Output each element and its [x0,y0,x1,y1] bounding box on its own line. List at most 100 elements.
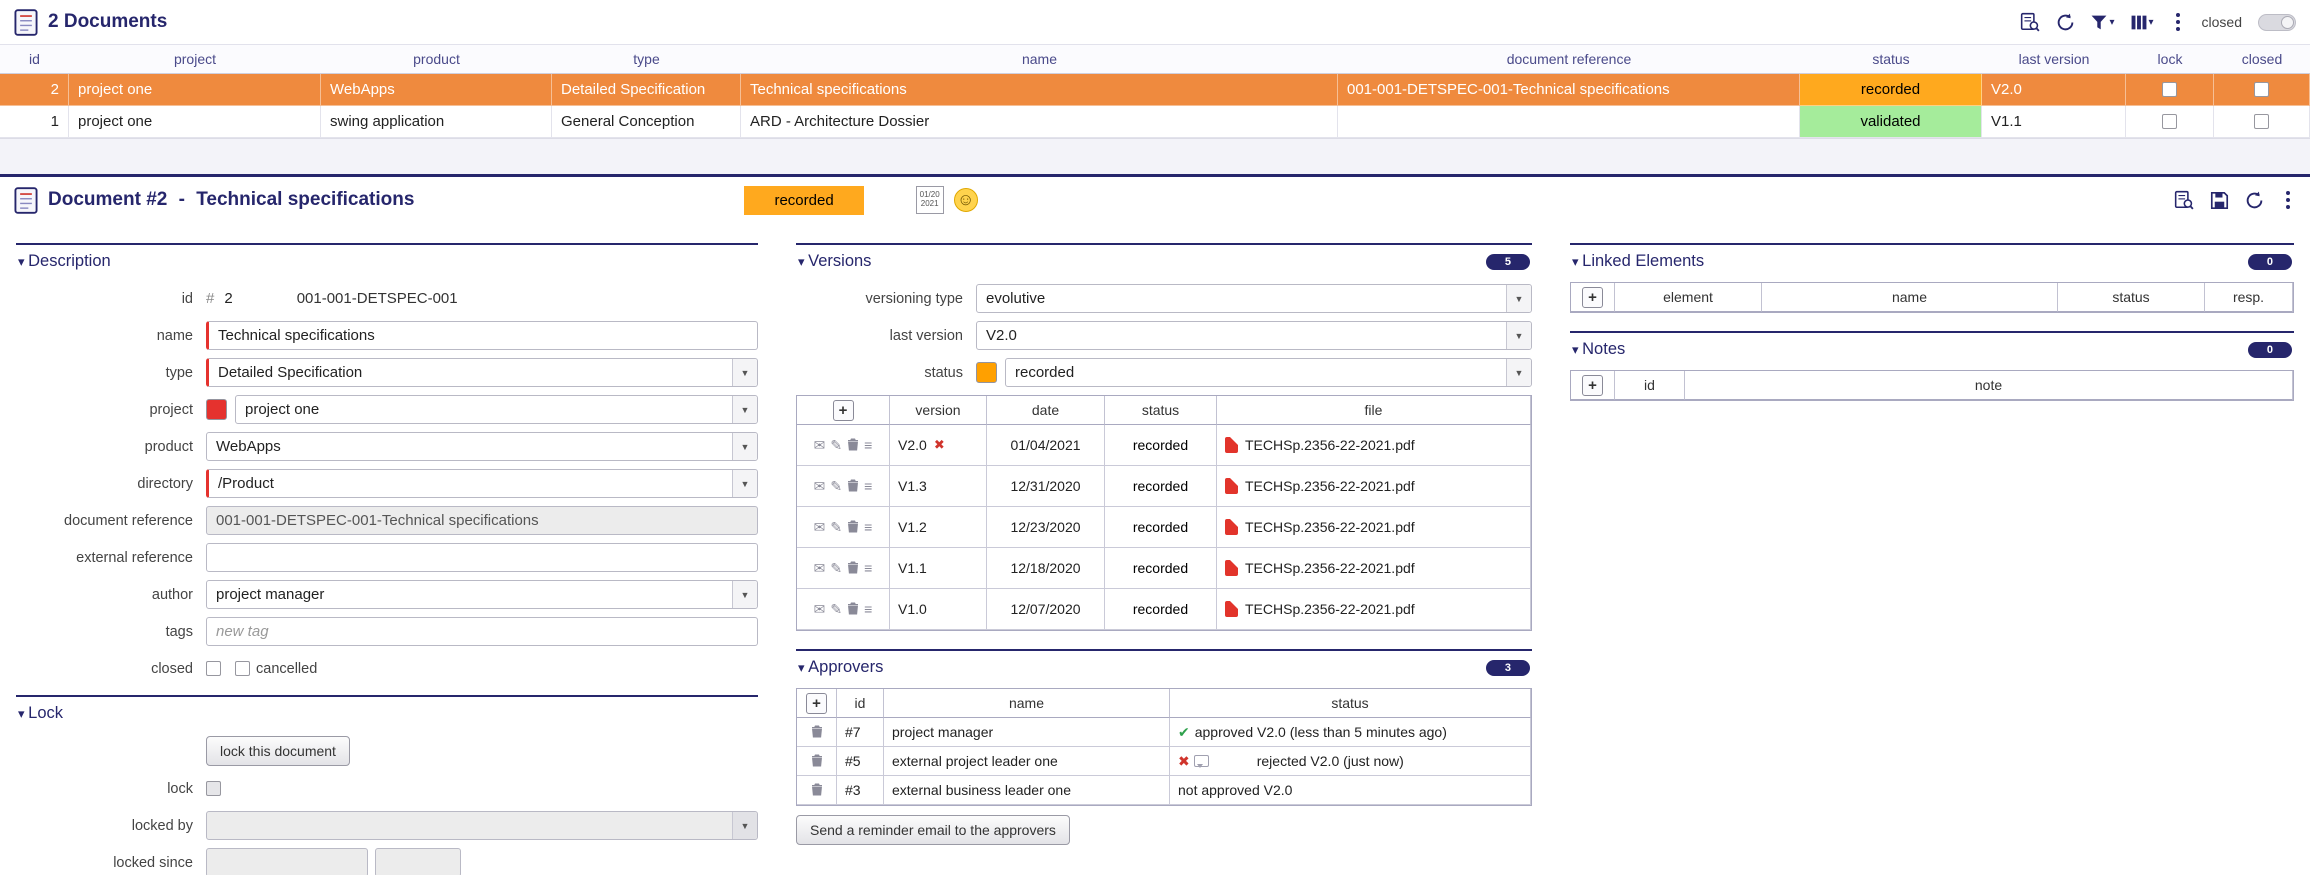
version-detail-icon[interactable]: ≡ [864,520,872,534]
delete-approver-icon[interactable] [811,783,823,798]
column-header-document-reference[interactable]: document reference [1338,45,1800,73]
version-file-link[interactable]: TECHSp.2356-22-2021.pdf [1217,466,1531,507]
table-row[interactable]: 2 project one WebApps Detailed Specifica… [0,74,2310,106]
delete-version-icon[interactable] [847,438,859,453]
cell-project[interactable]: project one [69,106,321,138]
external-reference-field[interactable] [206,543,758,572]
chevron-down-icon[interactable] [732,396,757,423]
cell-type[interactable]: Detailed Specification [552,74,741,106]
cancelled-checkbox[interactable] [235,661,250,676]
send-version-icon[interactable]: ✉ [814,479,826,493]
cell-product[interactable]: swing application [321,106,552,138]
cell-last-version[interactable]: V1.1 [1982,106,2126,138]
delete-version-icon[interactable] [847,479,859,494]
delete-version-icon[interactable] [847,520,859,535]
status-select[interactable]: recorded [1005,358,1532,387]
refresh-icon[interactable] [2056,13,2075,32]
columns-icon[interactable]: ▾ [2131,15,2154,30]
preview-report-icon[interactable] [2020,12,2041,32]
detail-menu-kebab-icon[interactable] [2280,189,2296,211]
delete-version-icon[interactable] [847,602,859,617]
delete-version-icon[interactable] [847,561,859,576]
cell-name[interactable]: ARD - Architecture Dossier [741,106,1338,138]
description-section-header[interactable]: Description [16,243,758,276]
refresh-icon[interactable] [2245,191,2264,210]
chevron-down-icon[interactable] [732,470,757,497]
add-version-button[interactable] [832,399,854,421]
chevron-down-icon[interactable] [732,433,757,460]
version-detail-icon[interactable]: ≡ [864,602,872,616]
notes-section-header[interactable]: Notes 0 [1570,331,2294,364]
column-header-name[interactable]: name [741,45,1338,73]
lock-document-button[interactable]: lock this document [206,736,350,766]
save-icon[interactable] [2210,191,2229,210]
add-note-button[interactable] [1582,374,1603,396]
version-file-link[interactable]: TECHSp.2356-22-2021.pdf [1217,425,1531,466]
cell-product[interactable]: WebApps [321,74,552,106]
send-version-icon[interactable]: ✉ [814,602,826,616]
cell-id[interactable]: 2 [0,74,69,106]
closed-checkbox[interactable] [2214,74,2310,106]
type-select[interactable]: Detailed Specification [206,358,758,387]
version-file-link[interactable]: TECHSp.2356-22-2021.pdf [1217,548,1531,589]
list-menu-kebab-icon[interactable] [2170,11,2186,33]
chevron-down-icon[interactable] [732,359,757,386]
column-header-type[interactable]: type [552,45,741,73]
last-version-select[interactable]: V2.0 [976,321,1532,350]
column-header-id[interactable]: id [0,45,69,73]
closed-checkbox[interactable] [206,661,221,676]
edit-version-icon[interactable]: ✎ [830,479,842,493]
version-detail-icon[interactable]: ≡ [864,438,872,452]
column-header-status[interactable]: status [1800,45,1982,73]
delete-approver-icon[interactable] [811,725,823,740]
cell-id[interactable]: 1 [0,106,69,138]
versions-section-header[interactable]: Versions 5 [796,243,1532,276]
chevron-down-icon[interactable] [1506,359,1531,386]
closed-toggle[interactable] [2258,13,2296,31]
version-detail-icon[interactable]: ≡ [864,479,872,493]
column-header-closed[interactable]: closed [2214,45,2310,73]
directory-select[interactable]: /Product [206,469,758,498]
version-file-link[interactable]: TECHSp.2356-22-2021.pdf [1217,589,1531,630]
edit-version-icon[interactable]: ✎ [830,438,842,452]
column-header-product[interactable]: product [321,45,552,73]
cell-project[interactable]: project one [69,74,321,106]
table-row[interactable]: 1 project one swing application General … [0,106,2310,138]
product-select[interactable]: WebApps [206,432,758,461]
lock-checkbox[interactable] [2126,106,2214,138]
send-version-icon[interactable]: ✉ [814,561,826,575]
lock-section-header[interactable]: Lock [16,695,758,728]
lock-checkbox[interactable] [2126,74,2214,106]
approvers-section-header[interactable]: Approvers 3 [796,649,1532,682]
add-linked-element-button[interactable] [1582,286,1603,308]
add-approver-button[interactable] [806,692,827,714]
delete-approver-icon[interactable] [811,754,823,769]
column-header-last-version[interactable]: last version [1982,45,2126,73]
name-field[interactable] [206,321,758,350]
send-version-icon[interactable]: ✉ [814,520,826,534]
send-reminder-button[interactable]: Send a reminder email to the approvers [796,815,1070,845]
preview-report-icon[interactable] [2174,190,2194,210]
send-version-icon[interactable]: ✉ [814,438,826,452]
edit-version-icon[interactable]: ✎ [830,602,842,616]
linked-elements-section-header[interactable]: Linked Elements 0 [1570,243,2294,276]
closed-checkbox[interactable] [2214,106,2310,138]
cell-document-reference[interactable] [1338,106,1800,138]
cell-type[interactable]: General Conception [552,106,741,138]
filter-icon[interactable]: ▾ [2091,15,2115,30]
edit-version-icon[interactable]: ✎ [830,520,842,534]
cell-last-version[interactable]: V2.0 [1982,74,2126,106]
column-header-project[interactable]: project [69,45,321,73]
edit-version-icon[interactable]: ✎ [830,561,842,575]
comment-icon[interactable] [1193,755,1209,768]
tags-input[interactable] [206,617,758,646]
versioning-type-select[interactable]: evolutive [976,284,1532,313]
author-select[interactable]: project manager [206,580,758,609]
column-header-lock[interactable]: lock [2126,45,2214,73]
project-select[interactable]: project one [235,395,758,424]
version-file-link[interactable]: TECHSp.2356-22-2021.pdf [1217,507,1531,548]
chevron-down-icon[interactable] [1506,285,1531,312]
chevron-down-icon[interactable] [732,581,757,608]
remove-version-icon[interactable]: ✖ [934,437,945,453]
cell-document-reference[interactable]: 001-001-DETSPEC-001-Technical specificat… [1338,74,1800,106]
